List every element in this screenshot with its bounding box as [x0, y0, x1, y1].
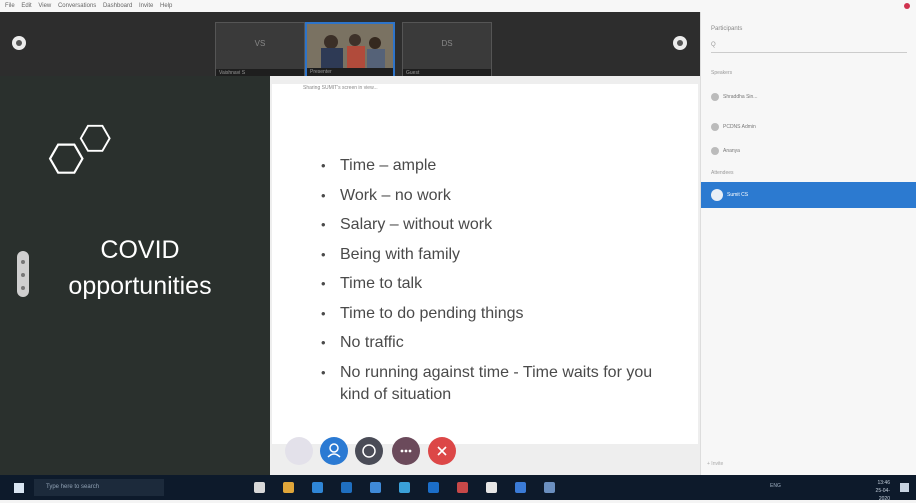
settings-icon[interactable] — [12, 36, 26, 50]
video-thumbnail-active[interactable]: Presenter — [305, 22, 395, 78]
avatar — [711, 122, 719, 131]
bullet-item: No running against time - Time waits for… — [318, 362, 660, 406]
camera-feed-image — [307, 24, 393, 68]
taskbar-app-icon[interactable] — [312, 482, 323, 493]
participants-panel: Participants Q Speakers Shraddha Sin... … — [700, 12, 916, 475]
panel-title: Participants — [711, 26, 743, 32]
taskbar-search-input[interactable]: Type here to search — [34, 479, 164, 496]
chat-button[interactable] — [285, 437, 313, 465]
system-tray[interactable]: ENG — [770, 483, 866, 491]
person-icon — [327, 443, 341, 458]
taskbar-app-icon[interactable] — [486, 482, 497, 493]
thumbnail-label: Presenter — [307, 68, 393, 76]
end-call-button[interactable] — [428, 437, 456, 465]
expand-icon[interactable] — [673, 36, 687, 50]
participant-name: Sumit CS — [727, 192, 749, 198]
slide-title-line1: COVID — [100, 236, 180, 264]
menu-dashboard[interactable]: Dashboard — [103, 3, 132, 9]
menu-file[interactable]: File — [5, 3, 15, 9]
hexagon-logo-icon — [48, 124, 111, 174]
participant-name: PCDNS Admin — [723, 124, 756, 130]
section-attendees: Attendees — [711, 170, 734, 176]
bullet-item: Work – no work — [318, 185, 660, 207]
menu-edit[interactable]: Edit — [21, 3, 31, 9]
hang-up-icon — [437, 446, 447, 456]
slide-title: COVID opportunities — [40, 232, 240, 304]
taskbar-app-icon[interactable] — [544, 482, 555, 493]
bullet-item: Time to talk — [318, 273, 660, 295]
participants-button[interactable] — [320, 437, 348, 465]
bullet-item: Time to do pending things — [318, 303, 660, 325]
participant-row-selected[interactable]: Sumit CS — [701, 182, 916, 208]
taskbar: Type here to search ENG 13:46 25-04-2020 — [0, 475, 916, 503]
taskbar-app-icon[interactable] — [283, 482, 294, 493]
clock-date: 25-04-2020 — [875, 488, 890, 502]
thumbnail-initials: VS — [254, 39, 266, 48]
bullet-item: No traffic — [318, 332, 660, 354]
taskbar-app-icon[interactable] — [399, 482, 410, 493]
avatar — [711, 92, 719, 101]
section-speakers: Speakers — [711, 70, 733, 76]
avatar — [711, 146, 719, 155]
invite-link[interactable]: + Invite — [707, 461, 723, 467]
taskbar-app-icon[interactable] — [341, 482, 352, 493]
taskbar-app-icon[interactable] — [428, 482, 439, 493]
video-strip: VS Vaishnavi S Presenter DS Guest — [0, 12, 700, 78]
bullet-item: Time – ample — [318, 155, 660, 177]
menu-invite[interactable]: Invite — [139, 3, 153, 9]
taskbar-app-icon[interactable] — [370, 482, 381, 493]
bullet-item: Being with family — [318, 244, 660, 266]
taskbar-app-icon[interactable] — [254, 482, 265, 493]
clock-time: 13:46 — [877, 480, 890, 486]
participant-row[interactable]: Ananya — [711, 144, 911, 158]
participant-name: Shraddha Sin... — [723, 94, 758, 100]
video-thumbnail-1[interactable]: VS Vaishnavi S — [215, 22, 305, 78]
slide-title-line2: opportunities — [68, 272, 212, 300]
participant-name: Ananya — [723, 148, 740, 154]
more-dots-icon — [400, 449, 412, 453]
chat-bubble-icon — [362, 444, 376, 458]
participant-search-input[interactable]: Q — [711, 42, 907, 53]
notification-icon[interactable] — [900, 483, 909, 492]
screen-share-label: Sharing SUMIT's screen in view... — [303, 85, 378, 91]
bullet-list: Time – ample Work – no work Salary – wit… — [318, 155, 660, 413]
taskbar-app-icon[interactable] — [515, 482, 526, 493]
window-close-icon[interactable] — [904, 3, 910, 9]
slide-title-panel: COVID opportunities — [0, 76, 270, 475]
clock[interactable]: 13:46 25-04-2020 — [866, 479, 890, 503]
menu-view[interactable]: View — [38, 3, 51, 9]
video-thumbnail-3[interactable]: DS Guest — [402, 22, 492, 78]
participant-row[interactable]: Shraddha Sin... — [711, 90, 911, 104]
slide-pager[interactable] — [17, 251, 29, 297]
avatar — [711, 188, 723, 201]
bullet-item: Salary – without work — [318, 214, 660, 236]
taskbar-app-icon[interactable] — [457, 482, 468, 493]
more-button[interactable] — [392, 437, 420, 465]
participant-row[interactable]: PCDNS Admin — [711, 120, 911, 134]
windows-start-icon[interactable] — [14, 483, 24, 493]
menu-help[interactable]: Help — [160, 3, 172, 9]
messages-button[interactable] — [355, 437, 383, 465]
menu-conversations[interactable]: Conversations — [58, 3, 96, 9]
thumbnail-initials: DS — [441, 39, 453, 48]
